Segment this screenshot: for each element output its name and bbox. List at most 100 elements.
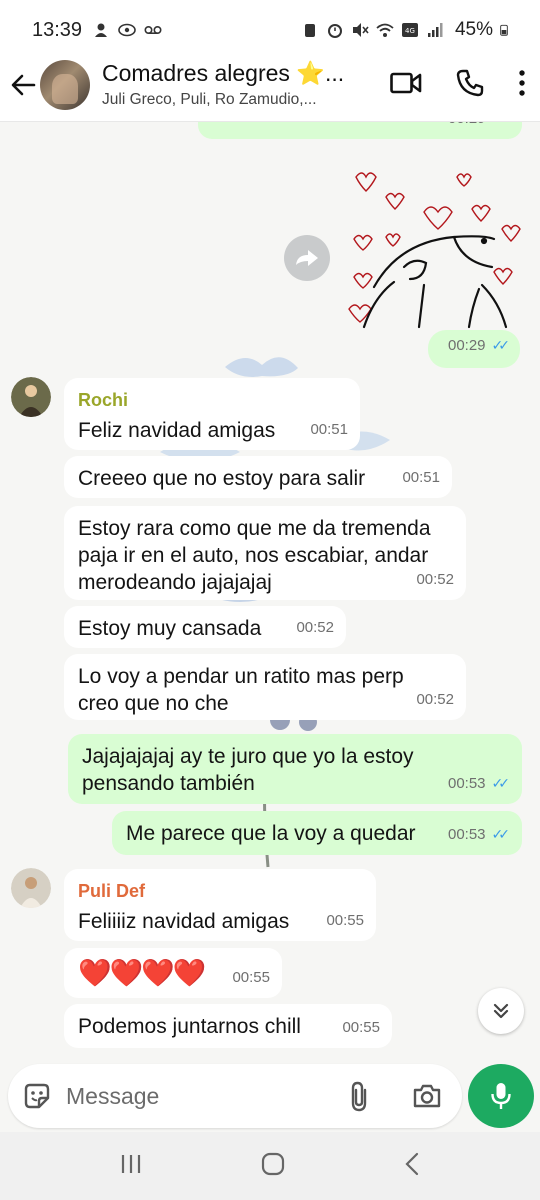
message-time: 00:29 bbox=[448, 122, 486, 132]
message-meta: 00:29 ✓✓ bbox=[448, 332, 510, 359]
recent-apps-icon bbox=[121, 1154, 141, 1173]
notification-icon bbox=[95, 23, 108, 37]
message-incoming[interactable]: Creeeo que no estoy para salir 00:51 bbox=[64, 456, 452, 498]
message-outgoing-partial[interactable]: 00:29 ✓✓ bbox=[198, 122, 522, 139]
message-meta: 00:55 bbox=[342, 1014, 380, 1041]
composer-bar: Message bbox=[0, 1060, 540, 1132]
volte-icon: 4G bbox=[401, 23, 418, 37]
message-incoming[interactable]: Puli Def Feliiiiz navidad amigas 00:55 bbox=[64, 869, 376, 941]
lock-icon bbox=[304, 24, 315, 37]
group-members: Juli Greco, Puli, Ro Zamudio,... bbox=[102, 91, 317, 108]
status-right-icons: 4G 45% bbox=[301, 19, 512, 41]
message-incoming[interactable]: Estoy muy cansada 00:52 bbox=[64, 606, 346, 648]
message-meta: 00:55 bbox=[326, 907, 364, 934]
message-text: Feliz navidad amigas bbox=[78, 419, 276, 442]
message-meta: 00:52 bbox=[296, 614, 334, 641]
message-text: Creeeo que no estoy para salir bbox=[78, 467, 366, 490]
message-outgoing[interactable]: Me parece que la voy a quedar 00:53 ✓✓ bbox=[112, 811, 522, 855]
message-time: 00:53 bbox=[447, 826, 486, 843]
status-time: 13:39 bbox=[32, 18, 83, 41]
message-text: Estoy rara como que me da tremenda paja … bbox=[78, 517, 431, 594]
more-vert-icon bbox=[519, 69, 525, 96]
voicemail-icon bbox=[144, 26, 162, 35]
read-ticks-icon: ✓✓ bbox=[491, 337, 511, 353]
signal-icon bbox=[427, 23, 443, 37]
message-input[interactable]: Message bbox=[8, 1064, 462, 1128]
message-meta: 00:52 bbox=[416, 566, 454, 593]
message-time: 00:55 bbox=[232, 969, 270, 986]
message-incoming[interactable]: Podemos juntarnos chill 00:55 bbox=[64, 1004, 392, 1048]
group-title: Comadres alegres ⭐... bbox=[102, 60, 345, 86]
battery-percent: 45% bbox=[454, 19, 493, 40]
sticker-icon bbox=[24, 1083, 50, 1109]
message-meta: 00:53 ✓✓ bbox=[448, 770, 510, 797]
sticker-image[interactable] bbox=[344, 167, 524, 332]
forward-icon bbox=[296, 250, 318, 266]
message-list[interactable]: 00:29 ✓✓ Rochi Feliz navidad amigas 00:5… bbox=[0, 122, 540, 1060]
message-text: Feliiiiz navidad amigas bbox=[78, 910, 290, 933]
more-options-button[interactable] bbox=[518, 69, 526, 101]
message-text: Lo voy a pendar un ratito mas perp creo … bbox=[78, 665, 404, 715]
message-time: 00:51 bbox=[402, 469, 440, 486]
video-call-button[interactable] bbox=[390, 71, 422, 100]
battery-icon bbox=[500, 24, 508, 36]
message-meta: 00:29 ✓✓ bbox=[448, 122, 510, 132]
sticker-button[interactable] bbox=[22, 1081, 52, 1111]
message-meta: 00:51 bbox=[402, 464, 440, 491]
message-meta: 00:52 bbox=[416, 686, 454, 713]
message-time: 00:52 bbox=[296, 619, 334, 636]
message-incoming[interactable]: Lo voy a pendar un ratito mas perp creo … bbox=[64, 654, 466, 720]
message-meta: 00:55 bbox=[232, 964, 270, 991]
voice-call-button[interactable] bbox=[456, 69, 484, 102]
read-ticks-icon: ✓✓ bbox=[492, 122, 511, 132]
message-meta: 00:53 ✓✓ bbox=[448, 821, 510, 848]
group-avatar[interactable] bbox=[40, 59, 90, 110]
message-time: 00:51 bbox=[310, 421, 348, 438]
message-time: 00:52 bbox=[416, 691, 454, 708]
chevron-double-down-icon bbox=[493, 1003, 509, 1019]
recent-apps-button[interactable] bbox=[118, 1152, 144, 1181]
sticker-time-pill: 00:29 ✓✓ bbox=[428, 330, 520, 368]
mute-icon bbox=[352, 23, 369, 37]
message-text: Estoy muy cansada bbox=[78, 617, 262, 640]
back-arrow-icon bbox=[11, 74, 36, 95]
camera-button[interactable] bbox=[412, 1082, 442, 1115]
svg-text:4G: 4G bbox=[405, 27, 415, 35]
mic-icon bbox=[491, 1083, 511, 1109]
message-time: 00:29 bbox=[447, 337, 486, 354]
attach-icon bbox=[351, 1081, 367, 1112]
message-incoming[interactable]: Estoy rara como que me da tremenda paja … bbox=[64, 506, 466, 600]
scroll-to-bottom-button[interactable] bbox=[478, 988, 524, 1034]
avatar-puli[interactable] bbox=[11, 868, 51, 908]
system-back-button[interactable] bbox=[402, 1151, 422, 1182]
home-button[interactable] bbox=[260, 1151, 286, 1182]
camera-icon bbox=[413, 1084, 441, 1108]
message-time: 00:55 bbox=[342, 1019, 380, 1036]
message-time: 00:55 bbox=[326, 912, 364, 929]
video-call-icon bbox=[390, 72, 422, 93]
sender-name: Puli Def bbox=[78, 881, 146, 901]
app-notification-icon bbox=[118, 23, 136, 37]
voice-record-button[interactable] bbox=[468, 1064, 534, 1128]
read-ticks-icon: ✓✓ bbox=[491, 775, 511, 791]
avatar-rochi[interactable] bbox=[11, 377, 51, 417]
attach-button[interactable] bbox=[348, 1080, 370, 1117]
group-info[interactable]: Comadres alegres ⭐... Juli Greco, Puli, … bbox=[102, 60, 352, 109]
message-text: Podemos juntarnos chill bbox=[78, 1015, 301, 1038]
forward-button[interactable] bbox=[284, 235, 330, 281]
message-time: 00:53 bbox=[447, 775, 486, 792]
message-text: Jajajajajaj ay te juro que yo la estoy p… bbox=[82, 745, 414, 795]
message-time: 00:52 bbox=[416, 571, 454, 588]
alarm-icon bbox=[327, 24, 342, 38]
phone-icon bbox=[456, 69, 484, 96]
header-actions bbox=[390, 48, 526, 122]
home-icon bbox=[261, 1152, 285, 1175]
chevron-left-icon bbox=[405, 1152, 419, 1175]
read-ticks-icon: ✓✓ bbox=[491, 826, 511, 842]
message-incoming[interactable]: Rochi Feliz navidad amigas 00:51 bbox=[64, 378, 360, 450]
message-incoming[interactable]: ❤️❤️❤️❤️ 00:55 bbox=[64, 948, 282, 998]
message-outgoing[interactable]: Jajajajajaj ay te juro que yo la estoy p… bbox=[68, 734, 522, 804]
sender-name: Rochi bbox=[78, 390, 129, 410]
message-placeholder: Message bbox=[66, 1082, 160, 1109]
status-left-icons bbox=[92, 21, 162, 39]
